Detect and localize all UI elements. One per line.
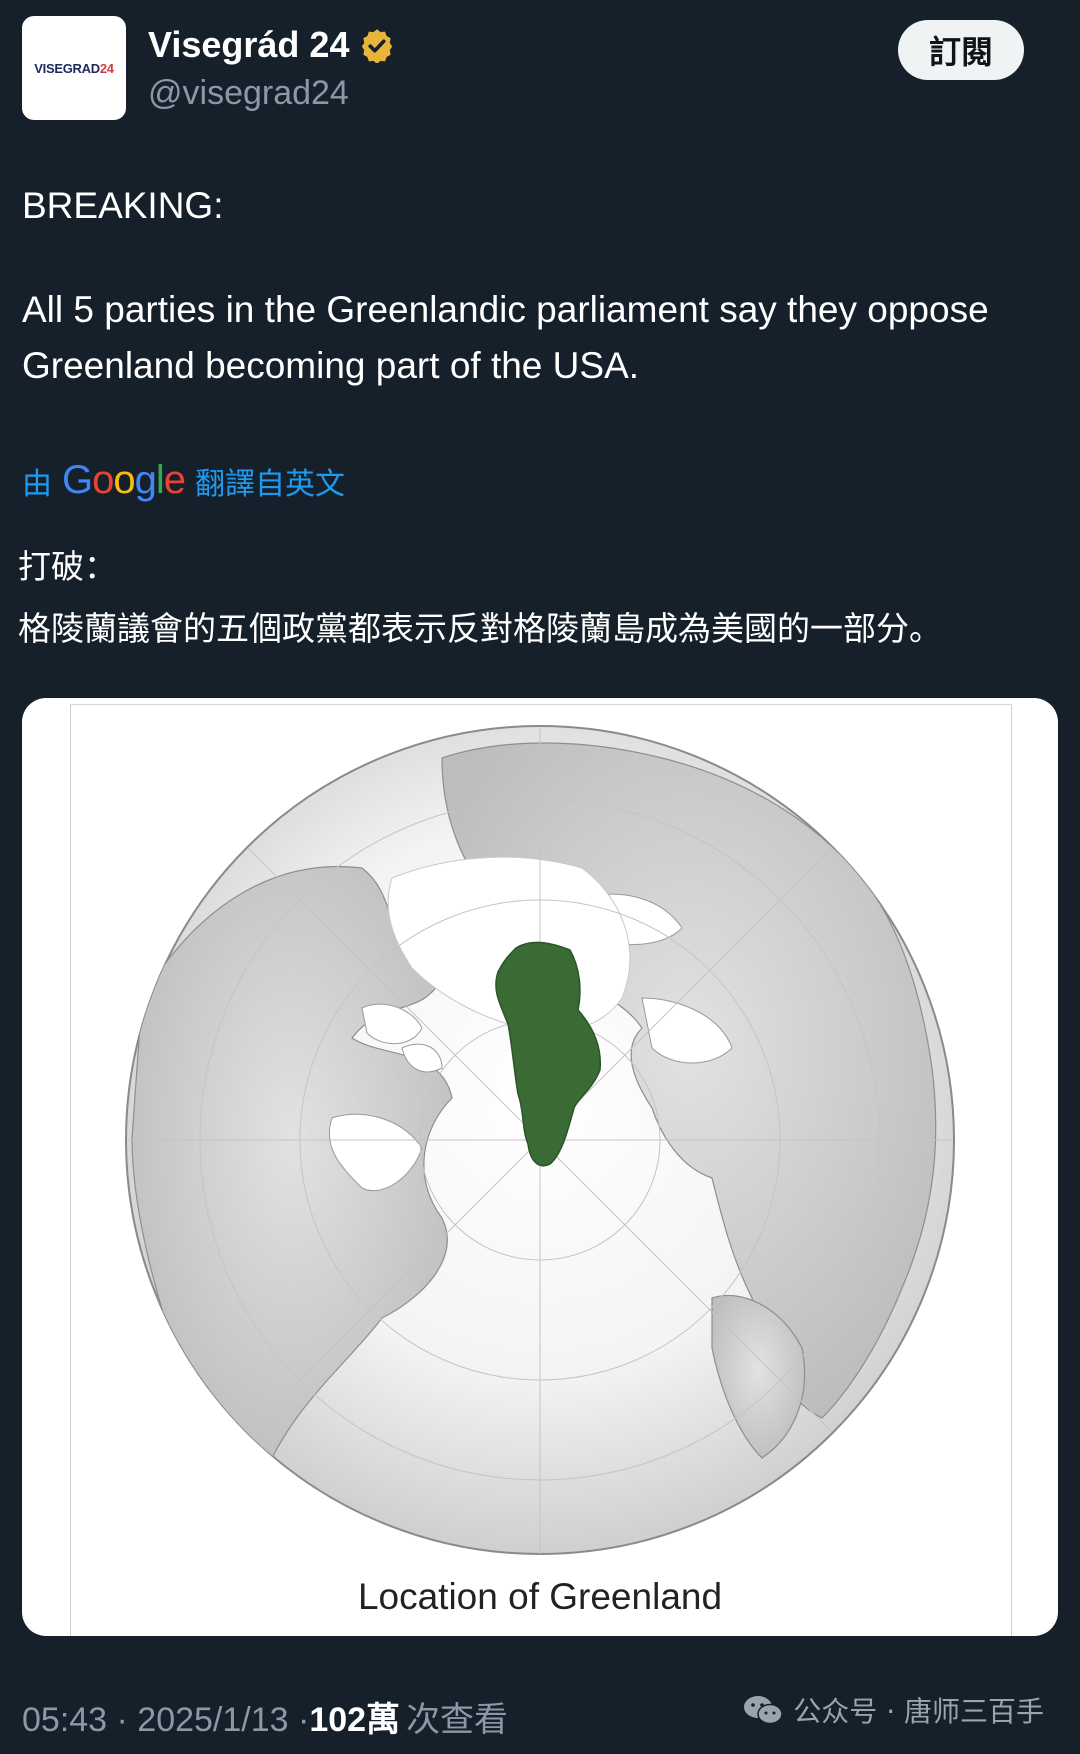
- map-caption: Location of Greenland: [357, 1576, 723, 1617]
- avatar[interactable]: VISEGRAD24: [22, 16, 126, 120]
- tweet-line-main: All 5 parties in the Greenlandic parliam…: [22, 289, 989, 386]
- avatar-logo: VISEGRAD24: [34, 60, 114, 76]
- tweet-body: BREAKING: All 5 parties in the Greenland…: [22, 178, 1032, 394]
- translated-line-2: 格陵蘭議會的五個政黨都表示反對格陵蘭島成為美國的一部分。: [18, 609, 942, 648]
- author-handle[interactable]: @visegrad24: [148, 74, 395, 113]
- subscribe-button[interactable]: 訂閱: [898, 20, 1024, 80]
- display-name-text: Visegrád 24: [148, 24, 350, 65]
- translated-line-1: 打破：: [18, 547, 117, 586]
- view-label: 次查看: [406, 1700, 509, 1740]
- google-logo: Google: [62, 458, 186, 502]
- translate-by: 由: [22, 466, 52, 502]
- tweet-line-breaking: BREAKING:: [22, 185, 224, 226]
- tweet-header: VISEGRAD24 Visegrád 24 @visegrad24 訂閱: [22, 16, 1062, 126]
- tweet-media[interactable]: Location of Greenland: [22, 698, 1058, 1636]
- watermark-text: 公众号 · 唐师三百手: [793, 1695, 1044, 1728]
- view-count: 102萬: [309, 1701, 401, 1739]
- translation-attribution[interactable]: 由 Google 翻譯自英文: [22, 458, 345, 503]
- author-display-name[interactable]: Visegrád 24: [148, 24, 395, 66]
- verified-badge-icon: [362, 29, 393, 63]
- tweet-meta: 05:43 · 2025/1/13 · 102萬 次查看: [22, 1692, 508, 1741]
- watermark: 公众号 · 唐师三百手: [743, 1690, 1044, 1730]
- author-info: Visegrád 24 @visegrad24: [148, 24, 395, 113]
- translated-text: 打破： 格陵蘭議會的五個政黨都表示反對格陵蘭島成為美國的一部分。: [18, 536, 1068, 660]
- translate-from: 翻譯自英文: [195, 466, 346, 502]
- greenland-globe-map: [125, 725, 955, 1555]
- wechat-icon: [744, 1696, 784, 1725]
- timestamp[interactable]: 05:43 · 2025/1/13 ·: [22, 1701, 309, 1740]
